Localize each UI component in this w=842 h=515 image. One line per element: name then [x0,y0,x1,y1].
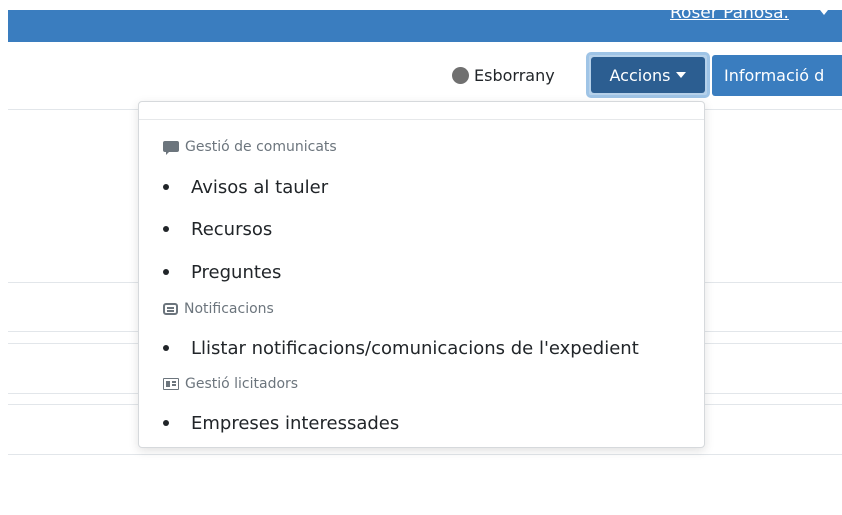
section-title: Gestió licitadors [185,376,299,392]
menu-item-empreses-interessades[interactable]: Empreses interessades [163,411,399,435]
menu-item-label: Recursos [191,218,273,240]
section-title: Notificacions [184,301,274,317]
bullet-icon [163,420,169,426]
user-menu-caret-icon[interactable] [820,10,828,15]
dropdown-divider [139,119,704,120]
content-row-divider [8,454,842,455]
envelope-icon [163,302,178,316]
menu-item-recursos[interactable]: Recursos [163,217,272,241]
menu-item-label: Avisos al tauler [191,176,329,198]
menu-item-label: Empreses interessades [191,412,400,434]
comment-icon [163,140,179,155]
menu-item-avisos-tauler[interactable]: Avisos al tauler [163,175,328,199]
user-menu-link[interactable]: Roser Pañosa. [670,3,789,23]
info-button[interactable]: Informació d [712,55,842,96]
id-card-icon [163,378,179,390]
bullet-icon [163,184,169,190]
section-header-communications: Gestió de comunicats [163,137,337,157]
menu-item-llistar-notificacions[interactable]: Llistar notificacions/comunicacions de l… [163,336,639,360]
section-title: Gestió de comunicats [185,139,337,155]
status-dot-icon [452,66,469,84]
caret-down-icon [676,72,687,78]
menu-item-label: Preguntes [191,261,282,283]
bullet-icon [163,226,169,232]
actions-button-label: Accions [609,65,671,85]
section-header-bidders: Gestió licitadors [163,374,298,394]
menu-item-label: Llistar notificacions/comunicacions de l… [191,337,639,359]
actions-dropdown-menu: Gestió de comunicats Avisos al tauler Re… [138,101,705,448]
top-header-bar: Roser Pañosa. [8,3,842,42]
section-header-notifications: Notificacions [163,299,274,319]
actions-dropdown-button[interactable]: Accions [586,52,710,98]
status-label: Esborrany [474,65,555,85]
bullet-icon [163,345,169,351]
status-indicator: Esborrany [452,64,555,86]
bullet-icon [163,269,169,275]
menu-item-preguntes[interactable]: Preguntes [163,260,281,284]
